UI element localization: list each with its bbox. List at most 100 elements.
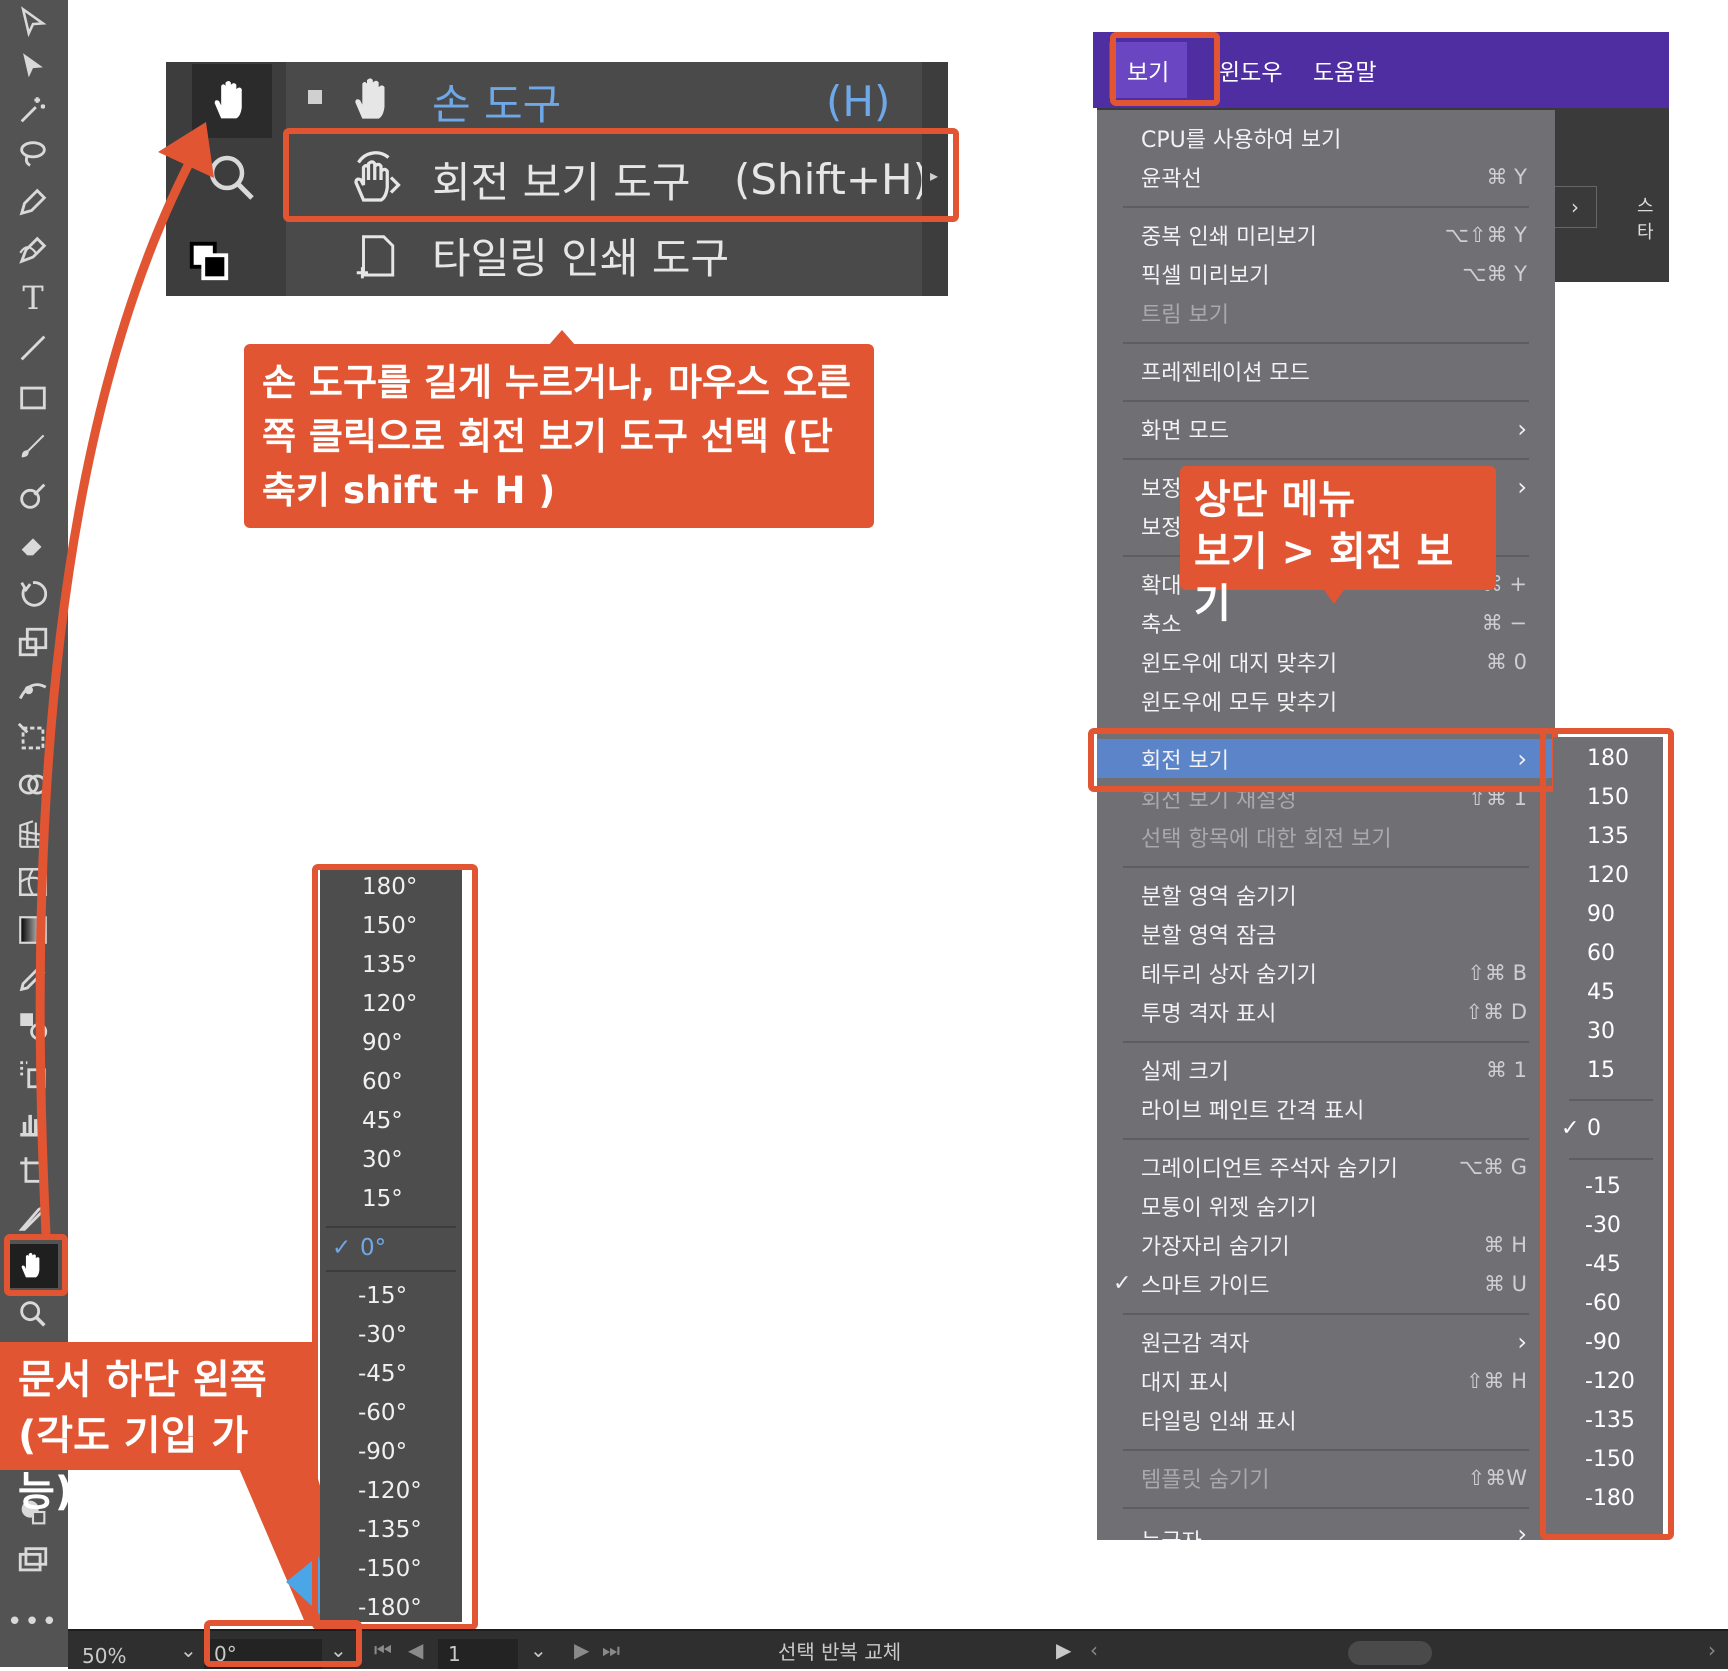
next-artboard-icon[interactable]: ▶ <box>574 1635 589 1665</box>
menu-item[interactable]: 눈금자› <box>1097 1516 1555 1540</box>
rotate-submenu-highlight <box>1540 728 1674 1540</box>
menu-item[interactable]: 라이브 페인트 간격 표시 <box>1097 1089 1555 1128</box>
chevron-right-icon: › <box>1517 472 1527 501</box>
symbol-sprayer-tool-icon[interactable] <box>8 1052 58 1096</box>
menu-item-smart-guides[interactable]: ✓ 스마트 가이드 ⌘ U <box>1097 1264 1555 1303</box>
scroll-right-icon[interactable]: › <box>1708 1635 1716 1665</box>
menu-item-screen-mode[interactable]: 화면 모드 › <box>1097 409 1555 448</box>
menu-separator <box>1123 1138 1529 1140</box>
last-artboard-icon[interactable]: ⏭ <box>602 1635 620 1665</box>
angle-dropdown-highlight <box>312 864 478 1630</box>
zoom-tool-icon[interactable] <box>8 1292 58 1336</box>
first-artboard-icon[interactable]: ⏮ <box>374 1635 392 1665</box>
fill-stroke-swap-icon[interactable] <box>186 238 232 288</box>
menu-window[interactable]: 윈도우 <box>1219 32 1282 108</box>
menu-item-disabled: 템플릿 숨기기 ⇧⌘W <box>1141 1465 1527 1493</box>
eyedropper-tool-icon[interactable] <box>8 956 58 1000</box>
menu-item[interactable]: 프레젠테이션 모드 <box>1097 351 1555 390</box>
menu-help[interactable]: 도움말 <box>1313 32 1376 108</box>
eraser-tool-icon[interactable] <box>8 522 58 566</box>
artboard-dropdown-chevron-icon[interactable]: ⌄ <box>530 1635 547 1665</box>
chevron-right-icon[interactable]: › <box>1553 186 1597 228</box>
flyout-hand-tool[interactable]: 손 도구 (H) <box>286 64 922 138</box>
menu-item[interactable]: 타일링 인쇄 표시 <box>1097 1400 1555 1439</box>
menu-separator <box>1123 206 1529 208</box>
menu-separator <box>1123 1449 1529 1451</box>
magic-wand-icon[interactable] <box>8 88 58 132</box>
menu-separator <box>1123 866 1529 868</box>
callout-pointer <box>1324 590 1344 604</box>
menu-item[interactable]: 윈도우에 대지 맞추기 ⌘ 0 <box>1097 642 1555 681</box>
artboard-tool-icon[interactable] <box>8 1148 58 1192</box>
current-tool-marker <box>308 90 322 104</box>
menu-item[interactable]: 투명 격자 표시 ⇧⌘ D <box>1097 992 1555 1031</box>
rotate-view-menu-highlight <box>1088 728 1558 792</box>
perspective-grid-tool-icon[interactable] <box>8 812 58 856</box>
callout-line: 보기 > 회전 보기 <box>1194 529 1454 627</box>
menu-item[interactable]: 중복 인쇄 미리보기 ⌥⇧⌘ Y <box>1097 215 1555 254</box>
selection-tool-icon[interactable] <box>8 0 58 44</box>
panel-label: 스타 <box>1637 196 1654 243</box>
rotation-input-highlight <box>204 1620 362 1667</box>
chevron-right-icon: › <box>1517 1520 1527 1540</box>
curvature-tool-icon[interactable] <box>8 228 58 272</box>
menu-separator <box>1123 1507 1529 1509</box>
menu-separator <box>1123 1313 1529 1315</box>
artboard-number-input[interactable]: 1 <box>438 1639 518 1669</box>
shaper-tool-icon[interactable] <box>8 474 58 518</box>
menu-separator <box>1123 400 1529 402</box>
view-menu: CPU를 사용하여 보기 윤곽선 ⌘ Y 중복 인쇄 미리보기 ⌥⇧⌘ Y 픽셀 미… <box>1097 110 1555 1540</box>
menu-item[interactable]: 테두리 상자 숨기기 ⇧⌘ B <box>1097 953 1555 992</box>
menu-item[interactable]: 픽셀 미리보기 ⌥⌘ Y <box>1097 254 1555 293</box>
free-transform-tool-icon[interactable] <box>8 716 58 760</box>
menu-item[interactable]: 분할 영역 숨기기 <box>1097 875 1555 914</box>
page-tool-icon <box>350 228 404 296</box>
zoom-tool-icon[interactable] <box>202 148 262 212</box>
direct-selection-tool-icon[interactable] <box>8 44 58 88</box>
gradient-tool-icon[interactable] <box>8 908 58 952</box>
menu-item[interactable]: 가장자리 숨기기 ⌘ H <box>1097 1225 1555 1264</box>
chevron-right-icon: › <box>1517 1327 1527 1356</box>
menu-item[interactable]: 실제 크기 ⌘ 1 <box>1097 1050 1555 1089</box>
hand-tool-icon[interactable] <box>192 64 272 138</box>
lasso-tool-icon[interactable] <box>8 132 58 176</box>
paintbrush-tool-icon[interactable] <box>8 424 58 468</box>
menu-item[interactable]: 그레이디언트 주석자 숨기기 ⌥⌘ G <box>1097 1147 1555 1186</box>
scroll-left-icon[interactable]: ‹ <box>1090 1635 1098 1665</box>
menu-item[interactable]: 모퉁이 위젯 숨기기 <box>1097 1186 1555 1225</box>
menu-item[interactable]: CPU를 사용하여 보기 <box>1097 118 1555 157</box>
horizontal-scrollbar-thumb[interactable] <box>1348 1641 1432 1665</box>
menu-separator <box>1123 458 1529 460</box>
menu-item-disabled: 선택 항목에 대한 회전 보기 <box>1141 826 1392 852</box>
menu-item-disabled: 트림 보기 <box>1141 302 1229 328</box>
menu-item[interactable]: 윤곽선 ⌘ Y <box>1097 157 1555 196</box>
chevron-down-icon[interactable]: ⌄ <box>180 1635 197 1665</box>
view-menu-highlight <box>1110 32 1220 106</box>
mesh-tool-icon[interactable] <box>8 860 58 904</box>
menu-item[interactable]: 원근감 격자 › <box>1097 1322 1555 1361</box>
previous-artboard-icon[interactable]: ◀ <box>408 1635 423 1665</box>
more-tools-icon[interactable]: ••• <box>7 1600 58 1644</box>
screen-mode-icon[interactable] <box>8 1538 58 1582</box>
menu-callout: 상단 메뉴 보기 > 회전 보기 <box>1180 466 1496 627</box>
menu-item[interactable]: 윈도우에 모두 맞추기 <box>1097 681 1555 720</box>
menu-item[interactable]: 대지 표시 ⇧⌘ H <box>1097 1361 1555 1400</box>
width-tool-icon[interactable] <box>8 668 58 712</box>
rotate-tool-icon[interactable] <box>8 572 58 616</box>
flyout-tiling-tool[interactable]: 타일링 인쇄 도구 <box>286 218 922 292</box>
callout-line: 문서 하단 왼쪽 <box>18 1357 267 1403</box>
blend-tool-icon[interactable] <box>8 1004 58 1048</box>
column-graph-tool-icon[interactable] <box>8 1100 58 1144</box>
status-menu-arrow-icon[interactable]: ▶ <box>1056 1635 1071 1665</box>
shape-builder-tool-icon[interactable] <box>8 764 58 808</box>
status-text: 선택 반복 교체 <box>778 1639 902 1664</box>
check-icon: ✓ <box>1113 1271 1132 1296</box>
rectangle-tool-icon[interactable] <box>8 376 58 420</box>
line-tool-icon[interactable] <box>8 326 58 370</box>
menu-item[interactable]: 분할 영역 잠금 <box>1097 914 1555 953</box>
flyout-tool-label: 타일링 인쇄 도구 <box>432 233 730 283</box>
type-tool-icon[interactable]: T <box>8 276 58 320</box>
scale-tool-icon[interactable] <box>8 620 58 664</box>
hand-tool-highlight <box>4 1234 68 1296</box>
pen-tool-icon[interactable] <box>8 180 58 224</box>
